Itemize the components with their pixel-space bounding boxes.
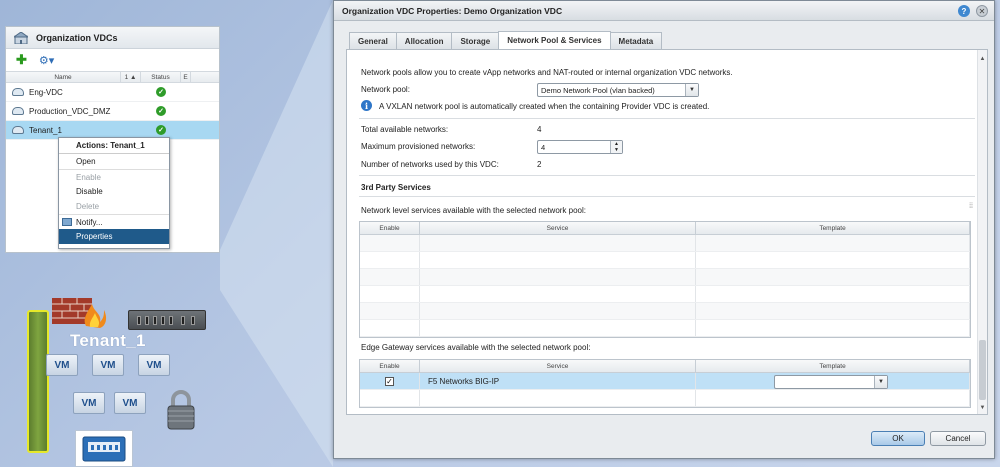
column-status[interactable]: Status	[141, 72, 181, 82]
vdc-name: Production_VDC_DMZ	[29, 106, 111, 116]
edge-services-label: Edge Gateway services available with the…	[361, 343, 591, 352]
network-switch-icon	[75, 430, 133, 467]
menu-item-disable[interactable]: Disable	[59, 184, 169, 199]
vm-icon: VM	[92, 354, 124, 376]
organization-icon	[12, 30, 30, 44]
context-menu-title: Actions: Tenant_1	[59, 138, 169, 154]
tenant-label: Tenant_1	[70, 331, 146, 350]
menu-item-notify-label: Notify...	[76, 217, 103, 227]
status-ok-icon: ✓	[156, 87, 166, 97]
used-networks-value: 2	[537, 160, 542, 169]
template-select[interactable]: ▼	[774, 375, 888, 389]
status-ok-icon: ✓	[156, 125, 166, 135]
divider	[359, 175, 975, 176]
network-services-label: Network level services available with th…	[361, 206, 586, 215]
tenant-network-bar	[27, 310, 49, 453]
info-icon: i	[361, 100, 372, 111]
context-menu: Actions: Tenant_1 Open Enable Disable De…	[58, 137, 170, 249]
menu-item-delete[interactable]: Delete	[59, 199, 169, 214]
column-template[interactable]: Template	[696, 222, 970, 234]
org-vdcs-title: Organization VDCs	[36, 32, 118, 43]
notify-icon	[62, 218, 72, 226]
router-icon	[128, 310, 206, 330]
vm-icon: VM	[138, 354, 170, 376]
used-networks-label: Number of networks used by this VDC:	[361, 160, 499, 169]
menu-item-open[interactable]: Open	[59, 154, 169, 169]
vdc-cloud-icon	[12, 126, 24, 134]
org-vdcs-header: Organization VDCs	[6, 27, 219, 49]
vdc-cloud-icon	[12, 107, 24, 115]
scroll-down-icon[interactable]: ▼	[979, 405, 986, 411]
status-ok-icon: ✓	[156, 106, 166, 116]
vm-icon: VM	[73, 392, 105, 414]
tab-allocation[interactable]: Allocation	[395, 32, 453, 49]
lock-icon	[167, 390, 195, 430]
network-pool-label: Network pool:	[361, 85, 410, 94]
column-service[interactable]: Service	[420, 222, 696, 234]
max-networks-value: 4	[541, 142, 546, 152]
callout-connector	[220, 0, 333, 467]
menu-item-notify[interactable]: Notify...	[59, 214, 169, 229]
firewall-icon	[52, 298, 107, 328]
template-cell: ▼	[696, 373, 970, 389]
tab-bar: General Allocation Storage Network Pool …	[349, 31, 663, 49]
scrollbar[interactable]: ▲ ▼	[977, 50, 987, 414]
ok-button[interactable]: OK	[871, 431, 925, 446]
org-vdcs-toolbar: ✚ ⚙▾	[6, 49, 219, 71]
total-networks-label: Total available networks:	[361, 125, 449, 134]
max-networks-stepper[interactable]: 4 ▲ ▼	[537, 140, 623, 154]
vdc-name: Tenant_1	[29, 125, 62, 135]
tab-metadata[interactable]: Metadata	[609, 32, 663, 49]
tab-network-pool-services[interactable]: Network Pool & Services	[498, 31, 611, 49]
menu-item-enable[interactable]: Enable	[59, 169, 169, 184]
org-vdcs-column-header: Name 1 ▲ Status E	[6, 71, 219, 83]
network-services-grid: Enable Service Template	[359, 221, 971, 338]
tab-content: Network pools allow you to create vApp n…	[346, 49, 988, 415]
column-template[interactable]: Template	[696, 360, 970, 372]
edge-services-grid: Enable Service Template ✓ F5 Networks BI…	[359, 359, 971, 408]
column-sort[interactable]: 1 ▲	[121, 72, 141, 82]
stepper-buttons[interactable]: ▲ ▼	[610, 141, 622, 153]
network-pool-select[interactable]: Demo Network Pool (vlan backed) ▼	[537, 83, 699, 97]
column-enable[interactable]: Enable	[360, 222, 420, 234]
vdc-row-eng[interactable]: Eng-VDC ✓	[6, 83, 219, 102]
divider	[359, 196, 975, 197]
chevron-down-icon: ▼	[874, 376, 887, 388]
max-networks-label: Maximum provisioned networks:	[361, 142, 476, 151]
gear-icon[interactable]: ⚙▾	[39, 54, 54, 67]
tab-general[interactable]: General	[349, 32, 397, 49]
dialog-title: Organization VDC Properties: Demo Organi…	[334, 1, 994, 21]
vxlan-note: A VXLAN network pool is automatically cr…	[379, 102, 710, 111]
network-pool-value: Demo Network Pool (vlan backed)	[541, 85, 655, 95]
column-enable[interactable]: Enable	[360, 360, 420, 372]
help-icon[interactable]: ?	[958, 5, 970, 17]
vdc-cloud-icon	[12, 88, 24, 96]
add-icon[interactable]: ✚	[16, 52, 27, 68]
close-icon[interactable]: ✕	[976, 5, 988, 17]
vm-icon: VM	[114, 392, 146, 414]
vdc-name: Eng-VDC	[29, 87, 63, 97]
tab-storage[interactable]: Storage	[451, 32, 500, 49]
resize-grip-icon[interactable]: ⁞⁞	[969, 203, 973, 210]
column-name[interactable]: Name	[6, 72, 121, 82]
column-service[interactable]: Service	[420, 360, 696, 372]
intro-text: Network pools allow you to create vApp n…	[361, 68, 733, 77]
edge-service-row[interactable]: ✓ F5 Networks BIG-IP ▼	[360, 373, 970, 390]
menu-item-properties[interactable]: Properties	[59, 229, 169, 244]
vdc-row-production[interactable]: Production_VDC_DMZ ✓	[6, 102, 219, 121]
divider	[359, 118, 975, 119]
cancel-button[interactable]: Cancel	[930, 431, 986, 446]
vm-icon: VM	[46, 354, 78, 376]
third-party-heading: 3rd Party Services	[361, 183, 431, 192]
service-name: F5 Networks BIG-IP	[420, 373, 696, 389]
enable-checkbox[interactable]: ✓	[385, 376, 394, 386]
org-vdc-properties-dialog: Organization VDC Properties: Demo Organi…	[333, 0, 995, 459]
chevron-down-icon: ▼	[685, 84, 698, 96]
column-e[interactable]: E	[181, 72, 191, 82]
total-networks-value: 4	[537, 125, 542, 134]
scroll-up-icon[interactable]: ▲	[979, 56, 986, 62]
scroll-thumb[interactable]	[979, 340, 986, 400]
